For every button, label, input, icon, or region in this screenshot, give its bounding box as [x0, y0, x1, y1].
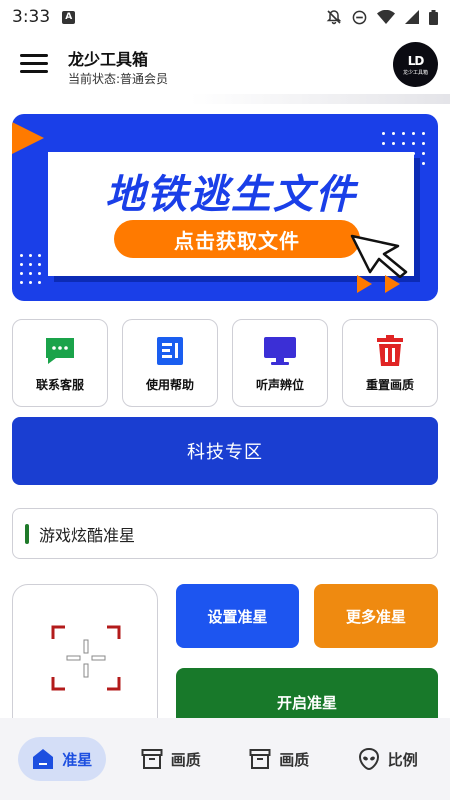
menu-button[interactable] [20, 54, 48, 80]
menu-icon-line [20, 62, 48, 65]
home-icon [33, 749, 54, 769]
header-shadow [190, 94, 450, 104]
tile-label: 联系客服 [35, 378, 84, 392]
tech-zone-button[interactable]: 科技专区 [12, 417, 438, 485]
nav-graphics-2[interactable]: 画质 [235, 737, 323, 781]
menu-icon-line [20, 54, 48, 57]
promo-banner[interactable]: 地铁逃生文件 点击获取文件 [12, 114, 438, 301]
set-crosshair-button[interactable]: 设置准星 [176, 584, 299, 648]
status-time: 3:33 [12, 7, 51, 27]
alien-icon [358, 748, 379, 770]
nav-label: 画质 [279, 750, 310, 769]
menu-icon-line [20, 70, 48, 73]
app-bar: 龙少工具箱 当前状态:普通会员 LD 龙少工具箱 [0, 34, 450, 102]
avatar[interactable]: LD 龙少工具箱 [393, 42, 438, 87]
do-not-disturb-icon [352, 10, 367, 24]
trash-icon [376, 335, 404, 366]
tile-help[interactable]: 使用帮助 [122, 319, 218, 407]
triangle-decoration [12, 122, 44, 154]
bottom-navigation: 准星 画质 画质 比例 [0, 718, 450, 800]
nav-graphics[interactable]: 画质 [127, 737, 215, 781]
more-crosshair-button[interactable]: 更多准星 [314, 584, 438, 648]
triangle-decoration [357, 275, 372, 293]
wifi-icon [377, 10, 395, 24]
quick-actions: 联系客服 使用帮助 听声辨位 重置画质 [12, 319, 438, 407]
nav-label: 准星 [62, 750, 93, 769]
section-label: 游戏炫酷准星 [12, 508, 438, 559]
membership-status: 当前状态:普通会员 [68, 72, 169, 86]
dot-grid-decoration [20, 254, 50, 294]
tile-label: 听声辨位 [255, 378, 304, 392]
tile-label: 重置画质 [365, 378, 414, 392]
section-accent-bar [25, 523, 29, 544]
avatar-logo: LD [407, 53, 425, 68]
status-icons [326, 9, 438, 25]
triangle-decoration [385, 275, 400, 293]
cursor-icon [350, 234, 408, 278]
notifications-off-icon [326, 10, 342, 25]
tile-sound-locate[interactable]: 听声辨位 [232, 319, 328, 407]
banner-cta-button[interactable]: 点击获取文件 [114, 220, 360, 258]
tile-label: 使用帮助 [145, 378, 194, 392]
signal-icon [405, 10, 419, 24]
archive-icon [141, 749, 163, 769]
chat-icon [44, 336, 76, 366]
nav-label: 画质 [170, 750, 201, 769]
tile-reset-graphics[interactable]: 重置画质 [342, 319, 438, 407]
nav-ratio[interactable]: 比例 [344, 737, 432, 781]
app-title: 龙少工具箱 [68, 50, 149, 69]
archive-icon [249, 749, 271, 769]
document-icon [156, 336, 184, 366]
monitor-icon [263, 336, 297, 366]
nav-label: 比例 [387, 750, 418, 769]
banner-headline: 地铁逃生文件 [105, 172, 357, 218]
notification-badge: A [62, 10, 76, 24]
avatar-caption: 龙少工具箱 [402, 69, 428, 76]
battery-icon [429, 9, 438, 25]
nav-crosshair[interactable]: 准星 [18, 737, 107, 781]
tile-contact-support[interactable]: 联系客服 [12, 319, 108, 407]
section-label-text: 游戏炫酷准星 [39, 525, 136, 545]
status-bar: 3:33 A [0, 0, 450, 34]
